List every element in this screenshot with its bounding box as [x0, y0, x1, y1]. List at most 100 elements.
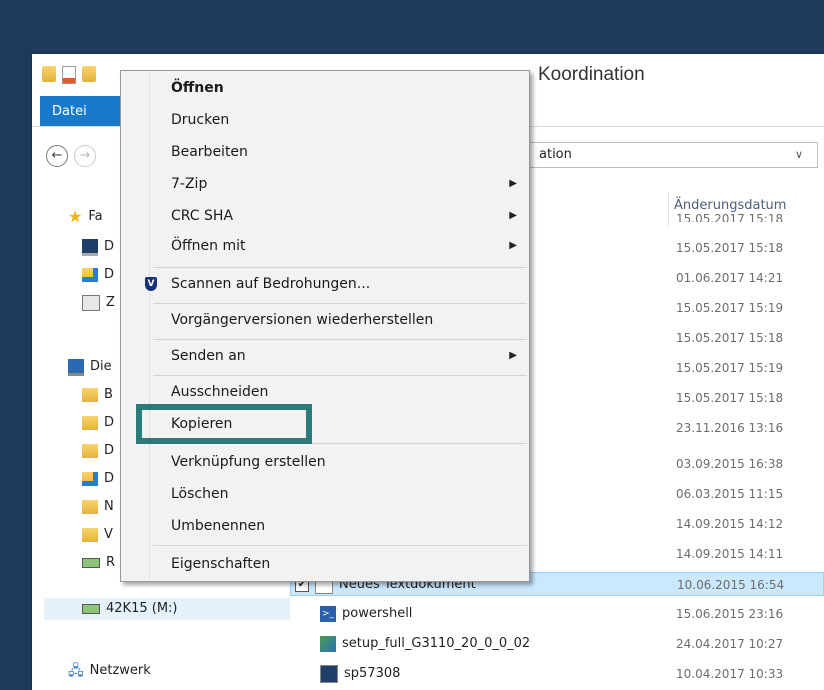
menu-item-label: Senden an: [171, 348, 246, 364]
network-drive-icon: [82, 604, 100, 614]
sidebar-item-folder-3[interactable]: D: [82, 440, 114, 462]
sidebar-item-this-pc[interactable]: Die: [68, 356, 112, 378]
address-text: ation: [539, 147, 572, 162]
submenu-arrow-icon: ▶: [509, 240, 517, 251]
folder-icon: [82, 388, 98, 402]
sidebar-item-desktop[interactable]: D: [82, 236, 114, 258]
sidebar-item-recent[interactable]: Z: [82, 292, 115, 314]
address-bar[interactable]: ation ∨: [528, 142, 818, 168]
menu-item-crc-sha[interactable]: CRC SHA ▶: [121, 203, 529, 229]
folder-icon: [82, 444, 98, 458]
recent-places-icon: [82, 295, 100, 311]
menu-item-restore-previous[interactable]: Vorgängerversionen wiederherstellen: [121, 307, 529, 333]
table-row[interactable]: setup_full_G3110_20_0_0_02 24.04.2017 10…: [290, 632, 824, 656]
submenu-arrow-icon: ▶: [509, 178, 517, 189]
menu-item-label: Öffnen mit: [171, 238, 246, 254]
modified-date: 15.05.2017 15:18: [676, 241, 784, 255]
sidebar-item-label: D: [104, 471, 115, 486]
menu-item-7zip[interactable]: 7-Zip ▶: [121, 171, 529, 197]
modified-date: 10.06.2015 16:54: [677, 578, 785, 592]
menu-item-open[interactable]: Öffnen: [121, 75, 529, 101]
sidebar-item-label: 42K15 (M:): [106, 601, 178, 616]
modified-date: 15.05.2017 15:18: [676, 331, 784, 345]
sidebar-item-label: D: [104, 267, 115, 282]
application-icon: [320, 665, 338, 683]
menu-separator: [153, 545, 527, 546]
sidebar-item-label: N: [104, 499, 114, 514]
sidebar-item-folder-4[interactable]: D: [82, 468, 114, 490]
sidebar-item-music[interactable]: N: [82, 496, 114, 518]
folder-icon[interactable]: [42, 66, 56, 82]
modified-date: 15.05.2017 15:19: [676, 361, 784, 375]
menu-item-cut[interactable]: Ausschneiden: [121, 379, 529, 405]
menu-item-properties[interactable]: Eigenschaften: [121, 551, 529, 577]
sidebar-item-label: V: [104, 527, 113, 542]
file-name-cell: setup_full_G3110_20_0_0_02: [320, 632, 530, 656]
modified-date: 15.05.2017 15:19: [676, 301, 784, 315]
star-icon: ★: [68, 207, 83, 226]
menu-separator: [153, 339, 527, 340]
menu-item-label: Scannen auf Bedrohungen...: [171, 276, 371, 292]
installer-icon: [320, 636, 336, 652]
sidebar-item-favorites[interactable]: ★ Fa: [68, 206, 103, 228]
window-title: Koordination: [538, 64, 645, 85]
menu-separator: [153, 375, 527, 376]
sidebar-item-label: D: [104, 415, 115, 430]
menu-item-label: 7-Zip: [171, 176, 208, 192]
modified-date: 10.04.2017 10:33: [676, 667, 784, 681]
column-header-date[interactable]: Änderungsdatum: [674, 198, 786, 213]
sidebar-item-downloads[interactable]: D: [82, 264, 114, 286]
modified-date: 23.11.2016 13:16: [676, 421, 784, 435]
column-divider[interactable]: [668, 192, 669, 226]
sidebar-item-label: Fa: [88, 209, 103, 224]
menu-separator: [153, 267, 527, 268]
new-folder-icon[interactable]: [82, 66, 96, 82]
forward-arrow-icon[interactable]: →: [74, 145, 96, 167]
chevron-down-icon[interactable]: ∨: [795, 143, 803, 167]
table-row[interactable]: sp57308 10.04.2017 10:33: [290, 662, 824, 686]
sidebar-item-label: B: [104, 387, 113, 402]
modified-date: 01.06.2017 14:21: [676, 271, 784, 285]
submenu-arrow-icon: ▶: [509, 350, 517, 361]
modified-date: 24.04.2017 10:27: [676, 637, 784, 651]
menu-item-open-with[interactable]: Öffnen mit ▶: [121, 233, 529, 259]
back-arrow-icon[interactable]: ←: [46, 145, 68, 167]
powershell-icon: >_: [320, 606, 336, 622]
sidebar-item-folder-1[interactable]: B: [82, 384, 113, 406]
context-menu: Öffnen Drucken Bearbeiten 7-Zip ▶ CRC SH…: [120, 70, 530, 582]
sidebar-item-label: Die: [90, 359, 112, 374]
menu-item-create-shortcut[interactable]: Verknüpfung erstellen: [121, 449, 529, 475]
sidebar-item-network[interactable]: 🖧 Netzwerk: [68, 660, 151, 682]
tab-file[interactable]: Datei: [40, 96, 120, 126]
desktop-icon: [82, 238, 98, 256]
quick-access-toolbar: [42, 66, 96, 84]
file-name-cell: >_ powershell: [320, 602, 412, 626]
menu-item-edit[interactable]: Bearbeiten: [121, 139, 529, 165]
sidebar-item-label: Z: [106, 295, 115, 310]
menu-item-send-to[interactable]: Senden an ▶: [121, 343, 529, 369]
submenu-arrow-icon: ▶: [509, 210, 517, 221]
network-icon: 🖧: [68, 663, 84, 679]
menu-item-delete[interactable]: Löschen: [121, 481, 529, 507]
sidebar-item-drive-m[interactable]: 42K15 (M:): [44, 598, 290, 620]
properties-icon[interactable]: [62, 66, 76, 84]
modified-date: 06.03.2015 11:15: [676, 487, 784, 501]
menu-item-print[interactable]: Drucken: [121, 107, 529, 133]
modified-date: 03.09.2015 16:38: [676, 457, 784, 471]
modified-date: 14.09.2015 14:12: [676, 517, 784, 531]
sidebar-item-videos[interactable]: V: [82, 524, 113, 546]
sidebar-item-folder-2[interactable]: D: [82, 412, 114, 434]
sidebar-item-drive-r[interactable]: R: [82, 552, 115, 574]
modified-date: 15.05.2017 15:18: [676, 391, 784, 405]
menu-item-scan[interactable]: V Scannen auf Bedrohungen...: [121, 271, 529, 297]
this-pc-icon: [68, 358, 84, 376]
table-row[interactable]: >_ powershell 15.06.2015 23:16: [290, 602, 824, 626]
file-name: setup_full_G3110_20_0_0_02: [342, 636, 531, 651]
sidebar-item-label: R: [106, 555, 116, 570]
menu-item-rename[interactable]: Umbenennen: [121, 513, 529, 539]
folder-icon: [82, 416, 98, 430]
downloads-folder-icon: [82, 472, 98, 486]
music-folder-icon: [82, 500, 98, 514]
video-folder-icon: [82, 528, 98, 542]
network-drive-icon: [82, 558, 100, 568]
